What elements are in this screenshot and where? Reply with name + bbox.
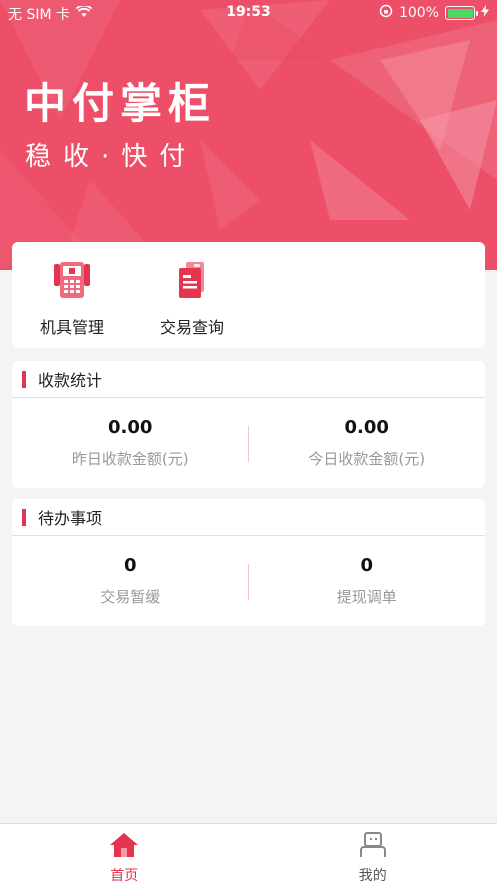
app-title: 中付掌柜 — [24, 79, 217, 128]
hero-pattern — [0, 0, 497, 270]
quick-action-label: 机具管理 — [39, 318, 104, 337]
battery-icon — [445, 6, 478, 20]
user-icon — [358, 832, 388, 862]
quick-actions-card: 机具管理 交易查询 — [12, 242, 485, 348]
section-accent-bar — [22, 370, 26, 388]
yesterday-amount[interactable]: 0.00 昨日收款金额(元) — [12, 398, 249, 488]
section-title: 待办事项 — [38, 509, 103, 528]
tab-mine[interactable]: 我的 — [249, 824, 497, 883]
stat-caption: 今日收款金额(元) — [308, 450, 426, 468]
hero-banner: 无 SIM 卡 19:53 100% 中付掌柜 稳收·快付 — [0, 0, 497, 270]
stat-caption: 提现调单 — [336, 588, 397, 606]
home-icon — [109, 832, 139, 862]
todo-card: 待办事项 0 交易暂缓 0 提现调单 — [12, 499, 485, 626]
tab-home[interactable]: 首页 — [0, 824, 249, 883]
pending-trade-item[interactable]: 0 交易暂缓 — [12, 536, 249, 626]
stat-value: 0 — [123, 555, 137, 576]
stat-value: 0.00 — [108, 417, 153, 438]
stat-value: 0.00 — [344, 417, 389, 438]
stat-value: 0 — [360, 555, 374, 576]
section-header: 待办事项 — [12, 499, 485, 536]
quick-action-device-management[interactable]: 机具管理 — [12, 242, 132, 348]
pos-terminal-icon — [52, 260, 92, 304]
stat-caption: 交易暂缓 — [100, 588, 161, 606]
receipt-search-icon — [172, 260, 212, 304]
section-title: 收款统计 — [38, 371, 103, 390]
section-header: 收款统计 — [12, 361, 485, 398]
tab-label: 我的 — [358, 868, 387, 883]
app-slogan: 稳收·快付 — [25, 142, 198, 172]
tab-label: 首页 — [110, 868, 139, 883]
status-bar: 无 SIM 卡 19:53 100% — [0, 0, 497, 26]
battery-percent: 100% — [398, 5, 439, 21]
todo-stats-row: 0 交易暂缓 0 提现调单 — [12, 536, 485, 626]
rotation-lock-icon — [379, 4, 393, 22]
divider — [248, 426, 249, 462]
section-accent-bar — [22, 508, 26, 526]
collection-stats-card: 收款统计 0.00 昨日收款金额(元) 0.00 今日收款金额(元) — [12, 361, 485, 488]
charging-icon — [481, 5, 489, 21]
bottom-tab-bar: 首页 我的 — [0, 823, 497, 883]
stat-caption: 昨日收款金额(元) — [71, 450, 189, 468]
quick-action-transaction-query[interactable]: 交易查询 — [132, 242, 252, 348]
withdraw-adjust-item[interactable]: 0 提现调单 — [249, 536, 486, 626]
quick-action-label: 交易查询 — [159, 318, 224, 337]
divider — [248, 564, 249, 600]
collection-stats-row: 0.00 昨日收款金额(元) 0.00 今日收款金额(元) — [12, 398, 485, 488]
today-amount[interactable]: 0.00 今日收款金额(元) — [249, 398, 486, 488]
